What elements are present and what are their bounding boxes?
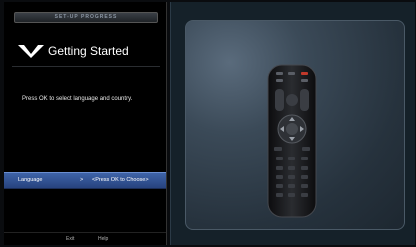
panel-footer: Exit Help: [4, 232, 166, 245]
panel-header: Getting Started: [18, 42, 158, 62]
instruction-text: Press OK to select language and country.: [22, 96, 133, 102]
remote-control-image: [266, 63, 318, 219]
page-title: Getting Started: [48, 44, 129, 58]
language-menu-item[interactable]: Language > <Press OK to Choose>: [4, 172, 166, 189]
language-label: Language: [18, 177, 43, 183]
remote-image-panel: [185, 20, 405, 230]
help-button[interactable]: Help: [98, 233, 108, 245]
setup-progress-bar: SET-UP PROGRESS: [14, 12, 158, 23]
chevron-right-icon: >: [80, 177, 84, 183]
setup-progress-label: SET-UP PROGRESS: [54, 14, 118, 20]
language-value: <Press OK to Choose>: [92, 177, 149, 183]
setup-panel: SET-UP PROGRESS Getting Started Press OK…: [4, 2, 167, 245]
exit-button[interactable]: Exit: [66, 233, 74, 245]
display-area: [170, 2, 415, 245]
vizio-v-logo-icon: [18, 44, 44, 58]
header-divider: [12, 66, 160, 67]
